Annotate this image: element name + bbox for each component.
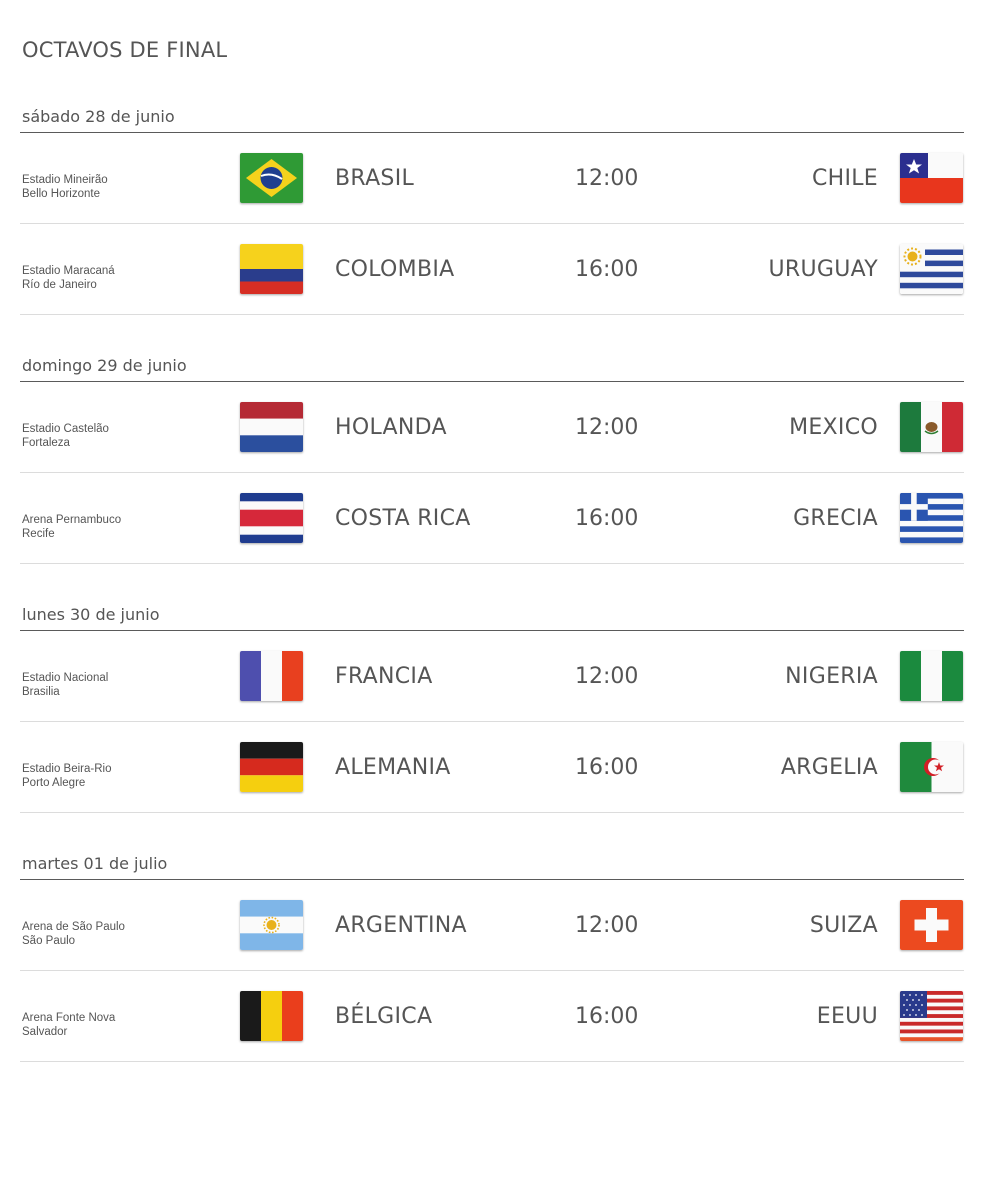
venue-city: Fortaleza [22, 437, 70, 449]
match-row[interactable]: Estadio Nacional Brasilia FRANCIA 12:00 N… [20, 631, 964, 722]
away-team: ARGELIA [780, 755, 878, 780]
venue-name: Arena Pernambuco [22, 514, 122, 526]
home-team: COSTA RICA [335, 506, 471, 531]
venue-city: Porto Alegre [22, 777, 86, 789]
day-label: lunes 30 de junio [22, 605, 160, 624]
home-team: BÉLGICA [335, 1004, 433, 1029]
home-team: ARGENTINA [335, 913, 467, 938]
germany-flag-icon [240, 742, 303, 792]
away-team: EEUU [816, 1004, 878, 1029]
home-team: BRASIL [335, 166, 415, 191]
costa-rica-flag-icon [240, 493, 303, 543]
kickoff-time: 12:00 [575, 664, 639, 689]
day-header: martes 01 de julio [20, 839, 964, 880]
day-header: sábado 28 de junio [20, 92, 964, 133]
algeria-flag-icon [900, 742, 963, 792]
home-team: FRANCIA [335, 664, 433, 689]
venue-name: Arena de São Paulo [22, 921, 125, 933]
day-group: sábado 28 de junio Estadio Mineirão Bello… [20, 92, 964, 315]
venue: Estadio Castelão Fortaleza [22, 422, 109, 450]
venue: Arena Pernambuco Recife [22, 513, 121, 541]
venue: Arena Fonte Nova Salvador [22, 1011, 115, 1039]
day-group: domingo 29 de junio Estadio Castelão Fort… [20, 341, 964, 564]
usa-flag-icon [900, 991, 963, 1041]
match-row[interactable]: Estadio Castelão Fortaleza HOLANDA 12:00 … [20, 382, 964, 473]
venue-city: Brasilia [22, 686, 60, 698]
argentina-flag-icon [240, 900, 303, 950]
chile-flag-icon [900, 153, 963, 203]
kickoff-time: 16:00 [575, 257, 639, 282]
match-row[interactable]: Estadio Mineirão Bello Horizonte BRASIL 1… [20, 133, 964, 224]
day-label: martes 01 de julio [22, 854, 168, 873]
home-team: ALEMANIA [335, 755, 451, 780]
mexico-flag-icon [900, 402, 963, 452]
nigeria-flag-icon [900, 651, 963, 701]
brazil-flag-icon [240, 153, 303, 203]
france-flag-icon [240, 651, 303, 701]
day-label: sábado 28 de junio [22, 107, 175, 126]
kickoff-time: 12:00 [575, 913, 639, 938]
kickoff-time: 16:00 [575, 1004, 639, 1029]
venue-city: Salvador [22, 1026, 68, 1038]
away-team: SUIZA [809, 913, 878, 938]
kickoff-time: 16:00 [575, 755, 639, 780]
greece-flag-icon [900, 493, 963, 543]
venue-name: Estadio Castelão [22, 423, 109, 435]
home-team: COLOMBIA [335, 257, 455, 282]
home-team: HOLANDA [335, 415, 447, 440]
venue-name: Estadio Beira-Rio [22, 763, 112, 775]
match-row[interactable]: Arena Pernambuco Recife COSTA RICA 16:00 … [20, 473, 964, 564]
venue-name: Estadio Maracaná [22, 265, 115, 277]
away-team: MEXICO [789, 415, 878, 440]
colombia-flag-icon [240, 244, 303, 294]
page-title: OCTAVOS DE FINAL [22, 38, 228, 62]
day-group: martes 01 de julio Arena de São Paulo São… [20, 839, 964, 1062]
venue-name: Estadio Nacional [22, 672, 109, 684]
kickoff-time: 12:00 [575, 166, 639, 191]
venue: Arena de São Paulo São Paulo [22, 920, 125, 948]
match-row[interactable]: Estadio Beira-Rio Porto Alegre ALEMANIA 1… [20, 722, 964, 813]
away-team: CHILE [811, 166, 878, 191]
switzerland-flag-icon [900, 900, 963, 950]
away-team: URUGUAY [768, 257, 878, 282]
match-row[interactable]: Arena Fonte Nova Salvador BÉLGICA 16:00 E… [20, 971, 964, 1062]
venue-name: Estadio Mineirão [22, 174, 108, 186]
venue: Estadio Beira-Rio Porto Alegre [22, 762, 111, 790]
match-row[interactable]: Arena de São Paulo São Paulo ARGENTINA 12… [20, 880, 964, 971]
netherlands-flag-icon [240, 402, 303, 452]
day-group: lunes 30 de junio Estadio Nacional Brasil… [20, 590, 964, 813]
uruguay-flag-icon [900, 244, 963, 294]
day-header: domingo 29 de junio [20, 341, 964, 382]
away-team: GRECIA [793, 506, 878, 531]
day-header: lunes 30 de junio [20, 590, 964, 631]
match-row[interactable]: Estadio Maracaná Río de Janeiro COLOMBIA … [20, 224, 964, 315]
venue-city: Bello Horizonte [22, 188, 100, 200]
venue: Estadio Nacional Brasilia [22, 671, 108, 699]
away-team: NIGERIA [785, 664, 878, 689]
kickoff-time: 16:00 [575, 506, 639, 531]
venue-name: Arena Fonte Nova [22, 1012, 116, 1024]
venue: Estadio Mineirão Bello Horizonte [22, 173, 108, 201]
venue-city: São Paulo [22, 935, 76, 947]
day-label: domingo 29 de junio [22, 356, 187, 375]
venue: Estadio Maracaná Río de Janeiro [22, 264, 115, 292]
belgium-flag-icon [240, 991, 303, 1041]
venue-city: Recife [22, 528, 55, 540]
kickoff-time: 12:00 [575, 415, 639, 440]
venue-city: Río de Janeiro [22, 279, 97, 291]
